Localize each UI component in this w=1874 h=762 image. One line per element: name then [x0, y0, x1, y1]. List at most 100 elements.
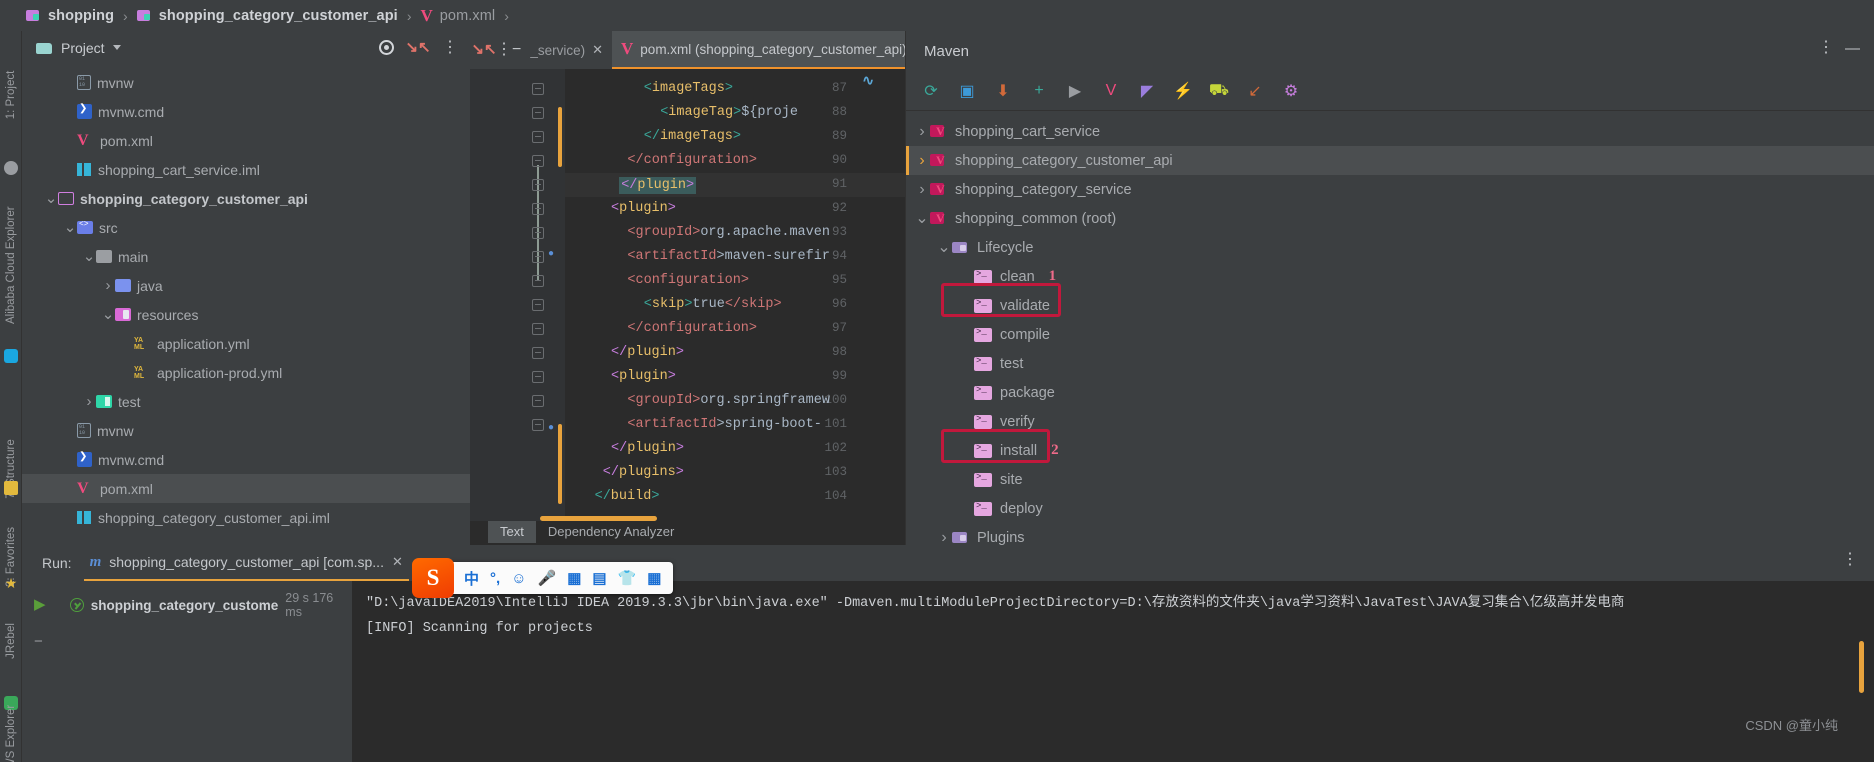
breadcrumb-item-module[interactable]: shopping_category_customer_api [136, 8, 398, 24]
tool-window-alibaba[interactable]: Alibaba Cloud Explorer [5, 206, 17, 324]
fold-gutter-icon[interactable] [532, 419, 544, 431]
run-configuration-tab[interactable]: m shopping_category_customer_api [com.sp… [83, 545, 409, 581]
sogou-logo-icon[interactable]: S [412, 558, 454, 598]
maven-tree-row[interactable]: deploy [906, 494, 1874, 523]
code-line[interactable]: <plugin> [611, 369, 676, 384]
chevron-down-icon[interactable]: ⌄ [936, 239, 952, 255]
hide-panel-icon[interactable]: — [1845, 40, 1860, 57]
editor-gutter[interactable] [470, 69, 565, 521]
code-line[interactable]: <configuration> [627, 273, 749, 288]
show-dependencies-icon[interactable]: ⛟ [1208, 80, 1230, 102]
fold-gutter-icon[interactable] [532, 275, 544, 287]
skip-tests-icon[interactable]: ⚡ [1172, 80, 1194, 102]
project-tree-row[interactable]: ⌄ src [22, 213, 470, 242]
fold-gutter-icon[interactable] [532, 299, 544, 311]
project-tree-row[interactable]: ⌄ shopping_category_customer_api [22, 184, 470, 213]
fold-gutter-icon[interactable] [532, 395, 544, 407]
tool-window-jrebel[interactable]: JRebel [5, 608, 17, 674]
chevron-down-icon[interactable] [112, 45, 121, 50]
fold-gutter-icon[interactable] [532, 179, 544, 191]
structure-icon[interactable] [4, 481, 18, 495]
code-editor[interactable]: 87 <imageTags> 88 <imageTag>${proje 89 </imag… [470, 69, 905, 521]
fold-gutter-icon[interactable] [532, 131, 544, 143]
code-line[interactable]: <groupId>org.springframew [627, 393, 830, 408]
code-line[interactable]: </imageTags> [644, 129, 741, 144]
ime-emoji-button[interactable]: ☺ [511, 570, 526, 587]
maven-tree[interactable]: › shopping_cart_service › shopping_category… [906, 111, 1874, 552]
editor-tab-pom[interactable]: V pom.xml (shopping_category_customer_ap… [612, 31, 934, 69]
chevron-right-icon[interactable]: › [82, 393, 96, 410]
add-icon[interactable]: + [1028, 80, 1050, 102]
rerun-icon[interactable]: ▶ [34, 595, 46, 613]
add-module-icon[interactable]: ▣ [956, 80, 978, 102]
project-tree-row[interactable]: mvnw [22, 68, 470, 97]
project-tree-row[interactable]: Vpom.xml [22, 474, 470, 503]
close-icon[interactable]: ✕ [592, 42, 603, 58]
ime-voice-button[interactable]: 🎤 [538, 569, 557, 587]
code-line[interactable]: <imageTags> [644, 81, 733, 96]
expand-icon[interactable]: ↘↖ [471, 38, 496, 62]
chevron-right-icon[interactable]: › [914, 152, 930, 170]
minimize-icon[interactable]: − [512, 38, 521, 62]
scroll-from-source-button[interactable] [374, 36, 398, 60]
tool-window-ws[interactable]: WS Explorer [5, 680, 17, 762]
code-line[interactable]: <artifactId>maven-surefir [627, 249, 830, 264]
fold-gutter-icon[interactable] [532, 347, 544, 359]
ime-skin-button[interactable]: 👕 [618, 569, 637, 587]
ime-keyboard-button[interactable]: ▦ [567, 569, 581, 587]
maven-tree-row[interactable]: clean 1 [906, 262, 1874, 291]
fold-gutter-icon[interactable] [532, 83, 544, 95]
project-tree-row[interactable]: Vpom.xml [22, 126, 470, 155]
code-line[interactable]: <plugin> [611, 201, 676, 216]
maven-tree-row[interactable]: validate [906, 291, 1874, 320]
code-line[interactable]: <artifactId>spring-boot- [627, 417, 821, 432]
chevron-right-icon[interactable]: › [914, 181, 930, 199]
fold-gutter-icon[interactable] [532, 371, 544, 383]
toggle-offline-icon[interactable]: ◤ [1136, 80, 1158, 102]
maven-tree-row[interactable]: install 2 [906, 436, 1874, 465]
project-tree-row[interactable]: YA ML application-prod.yml [22, 358, 470, 387]
project-tree-row[interactable]: YA ML application.yml [22, 329, 470, 358]
run-tree-item[interactable]: shopping_category_custome 29 s 176 ms [70, 591, 352, 619]
maven-tree-row[interactable]: site [906, 465, 1874, 494]
inspection-widget-icon[interactable]: ∿ [862, 72, 874, 89]
chevron-down-icon[interactable]: ⌄ [101, 307, 115, 322]
maven-tree-row[interactable]: test [906, 349, 1874, 378]
alibaba-icon[interactable] [4, 161, 18, 175]
tab-text[interactable]: Text [488, 521, 536, 543]
fold-gutter-icon[interactable] [532, 155, 544, 167]
maven-options-button[interactable]: ⋮ [1818, 40, 1834, 56]
tool-window-project[interactable]: 1: Project [5, 62, 17, 128]
run-tree[interactable]: ▶ − shopping_category_custome 29 s 176 m… [22, 581, 352, 762]
tab-dependency-analyzer[interactable]: Dependency Analyzer [536, 521, 686, 543]
maven-tree-row[interactable]: ⌄ shopping_common (root) [906, 204, 1874, 233]
maven-tree-row[interactable]: compile [906, 320, 1874, 349]
code-line[interactable]: <groupId>org.apache.maven [627, 225, 830, 240]
chevron-down-icon[interactable]: ⌄ [63, 220, 77, 235]
maven-tree-row[interactable]: › shopping_category_customer_api [906, 146, 1874, 175]
code-line[interactable]: </plugin> [611, 441, 684, 456]
code-line[interactable]: </plugin> [619, 177, 697, 194]
maven-tree-row[interactable]: › shopping_cart_service [906, 117, 1874, 146]
breadcrumb-item-pom[interactable]: V pom.xml [420, 7, 495, 24]
maven-tree-row[interactable]: package [906, 378, 1874, 407]
code-line[interactable]: </configuration> [627, 153, 757, 168]
close-icon[interactable]: ✕ [392, 554, 403, 570]
project-tree-row[interactable]: mvnw.cmd [22, 445, 470, 474]
run-icon[interactable]: ▶ [1064, 80, 1086, 102]
options-menu-button[interactable]: ⋮ [438, 36, 462, 60]
chevron-down-icon[interactable]: ⌄ [44, 191, 58, 206]
project-tree[interactable]: mvnw mvnw.cmd Vpom.xml shopping_cart_servic… [22, 68, 470, 532]
reload-icon[interactable]: ⟳ [920, 80, 942, 102]
ime-toolbar[interactable]: S 中 °, ☺ 🎤 ▦ ▤ 👕 ▦ [412, 558, 674, 598]
collapse-icon[interactable]: − [34, 633, 43, 650]
chevron-right-icon[interactable]: › [101, 277, 115, 294]
editor-tab-service[interactable]: _service) ✕ [521, 31, 612, 69]
project-tree-row[interactable]: shopping_cart_service.iml [22, 155, 470, 184]
project-tree-row[interactable]: shopping_category_customer_api.iml [22, 503, 470, 532]
fold-gutter-icon[interactable] [532, 227, 544, 239]
code-line[interactable]: </plugins> [603, 465, 684, 480]
chevron-right-icon[interactable]: › [914, 123, 930, 141]
console-output[interactable]: "D:\javaIDEA2019\IntelliJ IDEA 2019.3.3\… [352, 581, 1874, 762]
collapse-all-icon[interactable]: ↙ [1244, 80, 1266, 102]
